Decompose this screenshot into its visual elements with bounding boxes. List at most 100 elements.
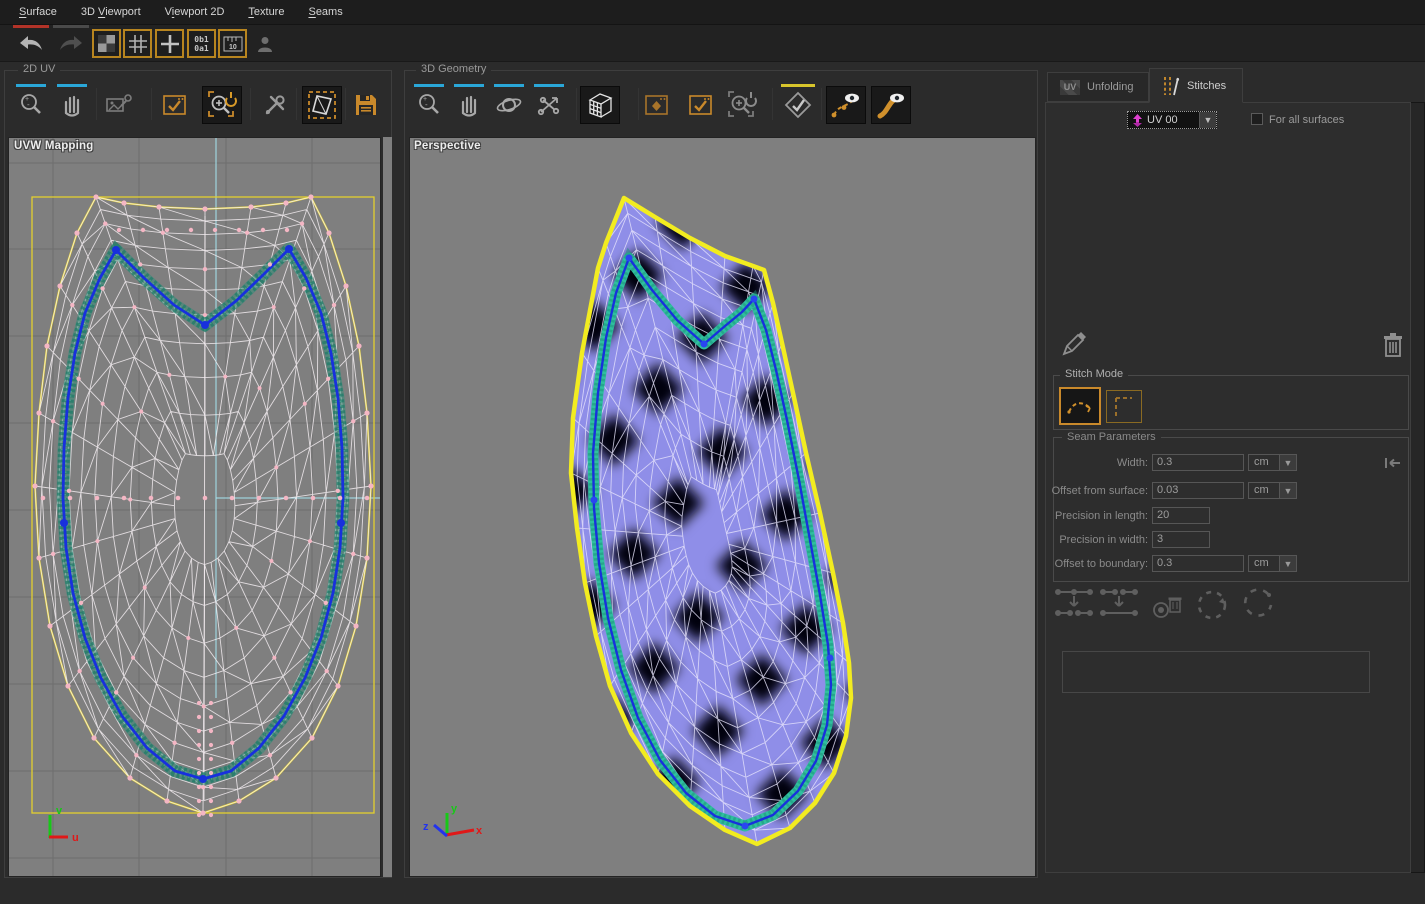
pan-2d-button[interactable] xyxy=(55,88,89,122)
transform-arrows-icon xyxy=(535,92,563,118)
window-diamond-icon xyxy=(644,93,670,117)
zoom-3d-button[interactable]: +- xyxy=(412,88,446,122)
stitch-curve-mode-icon xyxy=(1066,394,1094,418)
radio-point-trash-icon xyxy=(1152,592,1184,622)
precision-length-label: Precision in length: xyxy=(1028,510,1148,522)
stitch-mode-curve-button[interactable] xyxy=(1059,387,1101,425)
edit-seam-button[interactable] xyxy=(1060,330,1088,361)
zoom-auto-3d-button[interactable] xyxy=(723,86,761,124)
validate-window-3d-button[interactable] xyxy=(684,88,718,122)
tab-stitches-label: Stitches xyxy=(1187,80,1226,92)
frame-selection-3d-button[interactable] xyxy=(640,88,674,122)
offset-surface-label: Offset from surface: xyxy=(1028,485,1148,497)
delete-seam-button[interactable] xyxy=(1382,332,1404,361)
magnifier-zoom-icon: +- xyxy=(416,92,442,118)
window-check-icon xyxy=(688,93,714,117)
ruler-scale-button[interactable]: 10 xyxy=(218,29,247,58)
ruler-10-icon: 10 xyxy=(223,36,243,52)
width-unit-select[interactable]: cm▼ xyxy=(1248,454,1297,471)
magnifier-zoom-icon: +- xyxy=(18,92,44,118)
precision-width-field[interactable]: 3 xyxy=(1152,531,1210,548)
width-label: Width: xyxy=(1028,457,1148,469)
tab-unfolding-label: Unfolding xyxy=(1087,81,1133,93)
move3d-active-bar xyxy=(534,84,564,87)
save-floppy-icon xyxy=(354,93,378,117)
magnifier-power-icon xyxy=(207,90,237,120)
application-window: Surface 3D Viewport Viewport 2D Texture … xyxy=(0,0,1425,904)
checker-texture-icon xyxy=(98,35,115,52)
offset-boundary-field[interactable]: 0.3 xyxy=(1152,555,1244,572)
tab-unfolding[interactable]: UV Unfolding xyxy=(1047,72,1149,102)
grid-display-button[interactable] xyxy=(123,29,152,58)
uv-mesh-canvas: vu xyxy=(9,138,380,876)
checker-texture-button[interactable] xyxy=(92,29,121,58)
undo-active-bar xyxy=(13,25,49,28)
wireframe-display-button[interactable] xyxy=(580,86,620,124)
chevron-down-icon[interactable]: ▼ xyxy=(1199,112,1216,128)
menu-texture[interactable]: Texture xyxy=(237,2,295,22)
validate-window-2d-button[interactable] xyxy=(158,88,192,122)
orbit-3d-button[interactable] xyxy=(492,88,526,122)
reset-width-button[interactable] xyxy=(1384,456,1402,473)
for-all-surfaces-checkbox[interactable] xyxy=(1251,113,1263,125)
displayed-uv-select[interactable]: UV 00 ▼ xyxy=(1127,111,1217,129)
naming-display-button[interactable]: 0b10a1 xyxy=(187,29,216,58)
rotate-seam-cw-button[interactable] xyxy=(1192,586,1232,627)
undo-button[interactable] xyxy=(13,29,49,59)
align-seam-split-button[interactable] xyxy=(1100,586,1138,623)
toolbar-separator xyxy=(772,88,773,120)
delete-point-button[interactable] xyxy=(1152,592,1184,625)
texture-edit-2d-button[interactable] xyxy=(103,88,137,122)
stitch-curve-eye-icon xyxy=(831,90,861,120)
viewport-2d-uv[interactable]: vu xyxy=(8,137,381,877)
mannequin-button[interactable] xyxy=(250,29,279,58)
menu-surface[interactable]: Surface xyxy=(8,2,68,22)
seam-validate-button[interactable] xyxy=(781,88,815,122)
undo-icon xyxy=(18,34,44,54)
right-panel-scrollbar[interactable] xyxy=(1410,102,1425,873)
hand-pan-icon xyxy=(60,92,84,118)
split-lines-down-icon xyxy=(1100,586,1138,620)
save-uv-button[interactable] xyxy=(349,88,383,122)
offset-surface-field[interactable]: 0.03 xyxy=(1152,482,1244,499)
show-uv-polygon-button[interactable] xyxy=(302,86,342,124)
align-seam-down-button[interactable] xyxy=(1055,586,1093,623)
precision-width-label: Precision in width: xyxy=(1028,534,1148,546)
show-seam-points-button[interactable] xyxy=(826,86,866,124)
settings-2d-button[interactable] xyxy=(258,88,292,122)
tab-stitches[interactable]: Stitches xyxy=(1149,68,1243,103)
stitch-mode-corner-button[interactable] xyxy=(1106,390,1142,423)
offset-boundary-unit-select[interactable]: cm▼ xyxy=(1248,555,1297,572)
svg-text:y: y xyxy=(451,803,458,815)
menu-seams[interactable]: Seams xyxy=(297,2,353,22)
stitch-mode-title: Stitch Mode xyxy=(1060,368,1128,380)
rotate-seam-ccw-button[interactable] xyxy=(1238,586,1278,627)
dashed-circle-cw-icon xyxy=(1192,586,1232,624)
show-seam-band-button[interactable] xyxy=(871,86,911,124)
uv-layer-icon xyxy=(1131,114,1144,127)
redo-inactive-bar xyxy=(53,25,89,28)
viewport-3d-perspective[interactable]: yxz xyxy=(409,137,1036,877)
mesh-cube-icon xyxy=(585,90,615,120)
move-3d-button[interactable] xyxy=(532,88,566,122)
menu-viewport-2d[interactable]: Viewport 2D xyxy=(154,2,236,22)
precision-length-field[interactable]: 20 xyxy=(1152,507,1210,524)
pan-active-bar xyxy=(57,84,87,87)
menu-bar: Surface 3D Viewport Viewport 2D Texture … xyxy=(0,0,1425,25)
orbit-planet-icon xyxy=(495,93,523,117)
axes-cross-button[interactable] xyxy=(155,29,184,58)
zoom-active-bar xyxy=(16,84,46,87)
svg-text:u: u xyxy=(72,832,79,844)
width-field[interactable]: 0.3 xyxy=(1152,454,1244,471)
redo-button[interactable] xyxy=(53,29,89,59)
pan-3d-button[interactable] xyxy=(452,88,486,122)
svg-text:z: z xyxy=(423,821,429,833)
menu-3d-viewport[interactable]: 3D Viewport xyxy=(70,2,152,22)
zoom-2d-button[interactable]: +- xyxy=(14,88,48,122)
trash-icon xyxy=(1382,332,1404,358)
cross-axes-icon xyxy=(161,35,179,53)
toolbar-separator xyxy=(345,88,346,120)
geometry-canvas: yxz xyxy=(410,138,1035,876)
zoom-auto-2d-button[interactable] xyxy=(202,86,242,124)
offset-surface-unit-select[interactable]: cm▼ xyxy=(1248,482,1297,499)
